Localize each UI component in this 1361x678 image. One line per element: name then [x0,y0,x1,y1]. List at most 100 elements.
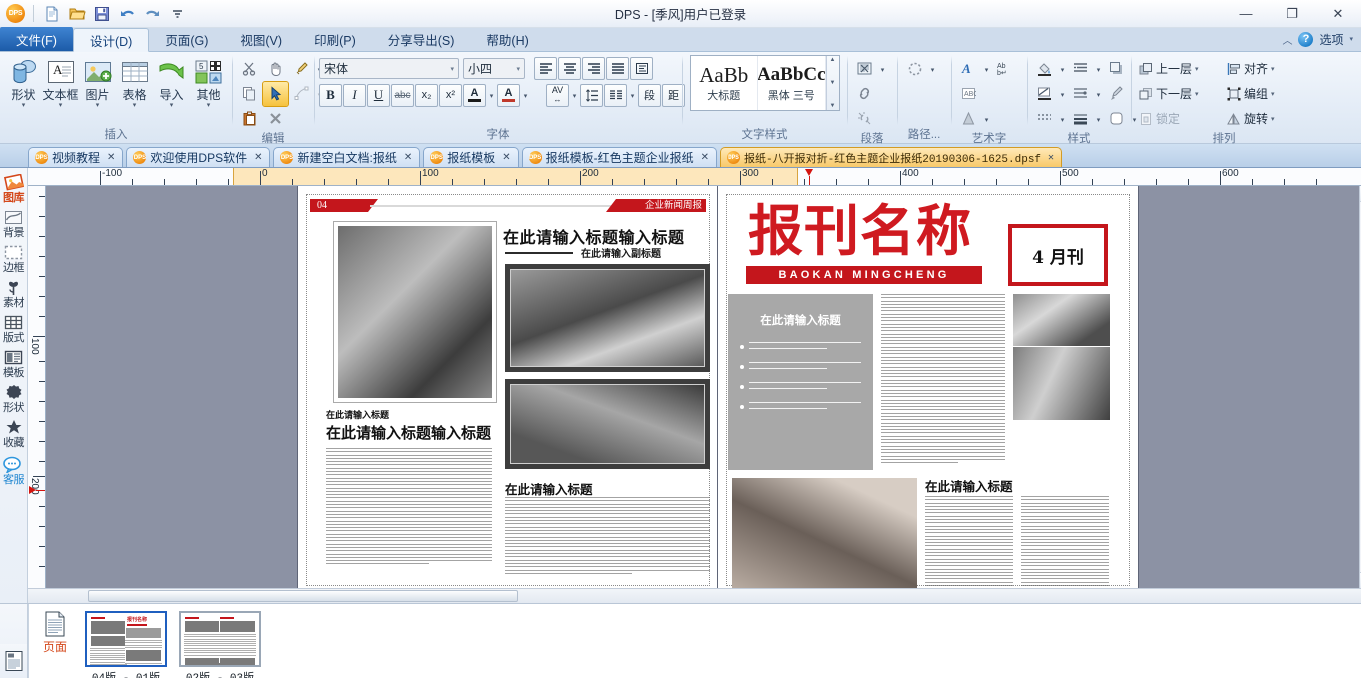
left-page-headline-second[interactable]: 在此请输入标题输入标题 [326,422,491,443]
chevron-down-icon[interactable]: ▾ [133,102,137,111]
panel-tab-pages[interactable]: 页面 [35,609,75,678]
document-canvas[interactable]: 04 企业新闻周报 在此请输入标题输入标题 在此请输入副标题 [46,186,1359,588]
line-weight-icon[interactable] [1068,107,1093,131]
italic-icon[interactable]: I [343,84,366,107]
fill-color-icon[interactable] [1032,57,1057,81]
customize-qat-icon[interactable] [167,4,187,24]
canvas-horizontal-scrollbar[interactable] [28,588,1361,603]
unlink-text-icon[interactable] [852,107,877,131]
chevron-down-icon[interactable]: ▾ [487,83,496,107]
superscript-icon[interactable]: x² [439,84,462,107]
chevron-down-icon[interactable]: ▾ [1094,57,1103,81]
insert-shape-button[interactable]: 形状 ▾ [5,54,42,111]
collapse-ribbon-icon[interactable]: ︿ [1282,32,1292,47]
line-spacing-icon[interactable] [580,84,603,107]
sidebar-item-template[interactable]: 模板 [0,345,28,380]
chevron-down-icon[interactable]: ▾ [982,57,991,81]
menu-tab-design[interactable]: 设计(D) [73,28,149,52]
chevron-down-icon[interactable]: ▾ [570,83,579,107]
page-sheet-left[interactable]: 04 企业新闻周报 在此请输入标题输入标题 在此请输入副标题 [298,186,718,588]
doc-tab-3[interactable]: DPS 报纸模板 ✕ [423,147,518,167]
vertical-ruler[interactable]: 100 200 [28,186,46,588]
page-thumbnail[interactable] [179,611,261,667]
right-page-bottom-col-1[interactable] [925,496,1013,588]
close-icon[interactable]: ✕ [404,152,412,163]
page-thumbnail[interactable]: 报刊名称 [85,611,167,667]
vertical-align-icon[interactable] [630,57,653,80]
node-edit-icon[interactable] [289,82,314,106]
scroll-down-icon[interactable]: ▼ [830,80,836,86]
rotate-button[interactable]: 旋转 ▾ [1224,106,1312,131]
font-color-icon[interactable]: A [463,84,486,107]
cut-icon[interactable] [237,57,262,81]
subscript-icon[interactable]: x₂ [415,84,438,107]
right-page-photo-scissors[interactable] [732,478,917,588]
sidebar-item-material[interactable]: 素材 [0,275,28,310]
menu-tab-print[interactable]: 印刷(P) [298,27,372,51]
insert-picture-button[interactable]: 图片 ▾ [79,54,116,111]
bold-icon[interactable]: B [319,84,342,107]
round-corner-icon[interactable] [1104,107,1129,131]
gallery-more-icon[interactable]: ▼ [830,103,836,109]
send-backward-button[interactable]: 下一层 ▾ [1136,81,1224,106]
spellcheck-icon[interactable]: ABC [956,82,981,106]
text-style-scrollbar[interactable]: ▲ ▼ ▼ [826,56,839,110]
masthead-pinyin[interactable]: BAOKAN MINGCHENG [746,266,982,284]
left-page-body-text[interactable] [326,448,492,567]
left-page-bottom-caption[interactable]: 在此请输入标题 [505,479,593,498]
chevron-down-icon[interactable]: ▾ [1271,115,1275,123]
group-button[interactable]: 编组 ▾ [1224,81,1312,106]
thumbnail-item-1[interactable]: 02版 - 03版 [179,611,261,678]
wordart-icon[interactable]: A [956,57,981,81]
chevron-down-icon[interactable]: ▾ [22,102,26,111]
chevron-down-icon[interactable]: ▾ [1195,90,1199,98]
left-page-bottom-text[interactable] [505,497,710,576]
right-page-bottom-heading[interactable]: 在此请输入标题 [925,476,1013,495]
help-icon[interactable]: ? [1298,32,1313,47]
font-family-select[interactable]: 宋体 ▾ [319,58,459,79]
chevron-down-icon[interactable]: ▾ [1058,57,1067,81]
maximize-button[interactable]: ❐ [1269,0,1315,28]
gray-box-bullet-3[interactable] [740,402,861,409]
close-icon[interactable]: ✕ [107,152,115,163]
gray-box-bullet-0[interactable] [740,342,861,349]
left-page-kicker[interactable]: 在此请输入标题 [326,408,389,421]
chevron-down-icon[interactable]: ▾ [982,107,991,131]
align-objects-button[interactable]: 对齐 ▾ [1224,56,1312,81]
options-button[interactable]: 选项 [1319,31,1343,48]
doc-tab-0[interactable]: DPS 视频教程 ✕ [28,147,123,167]
options-caret-icon[interactable]: ▾ [1349,35,1353,43]
close-icon[interactable]: ✕ [1048,152,1054,164]
doc-tab-4[interactable]: DPS 报纸模板-红色主题企业报纸 ✕ [522,147,717,167]
format-brush-icon[interactable] [1104,82,1129,106]
dash-style-icon[interactable] [1032,107,1057,131]
insert-table-button[interactable]: 表格 ▾ [116,54,153,111]
highlight-color-icon[interactable]: A [497,84,520,107]
copy-icon[interactable] [237,82,262,106]
sidebar-item-shape[interactable]: 形状 [0,380,28,415]
chevron-down-icon[interactable]: ▾ [521,83,530,107]
sidebar-item-support[interactable]: 客服 [0,452,28,487]
menu-tab-share-export[interactable]: 分享导出(S) [372,27,471,51]
left-page-photo-frame-2[interactable] [505,264,710,372]
left-page-photo-frame-3[interactable] [505,379,710,469]
chevron-down-icon[interactable]: ▾ [513,65,520,73]
sidebar-item-background[interactable]: 背景 [0,205,28,240]
right-page-photo-top[interactable] [1013,294,1110,346]
chevron-down-icon[interactable]: ▾ [1094,107,1103,131]
text-style-item-0[interactable]: AaBb 大标题 [691,56,759,110]
right-page-gray-box[interactable]: 在此请输入标题 [728,294,873,470]
text-style-item-1[interactable]: AaBbCc 黑体 三号 [758,56,826,110]
close-button[interactable]: ✕ [1315,0,1361,28]
delete-icon[interactable] [263,107,288,131]
line-color-icon[interactable] [1032,82,1057,106]
paragraph-icon[interactable]: 段 [638,84,661,107]
minimize-button[interactable]: — [1223,0,1269,28]
strikethrough-icon[interactable]: abc [391,84,414,107]
gray-box-title[interactable]: 在此请输入标题 [728,294,873,328]
chevron-down-icon[interactable]: ▾ [96,102,100,111]
select-arrow-icon[interactable] [263,82,288,106]
text-style-gallery[interactable]: AaBb 大标题 AaBbCc 黑体 三号 ▲ ▼ ▼ [690,55,840,111]
chevron-down-icon[interactable]: ▾ [1195,65,1199,73]
save-icon[interactable] [92,4,112,24]
